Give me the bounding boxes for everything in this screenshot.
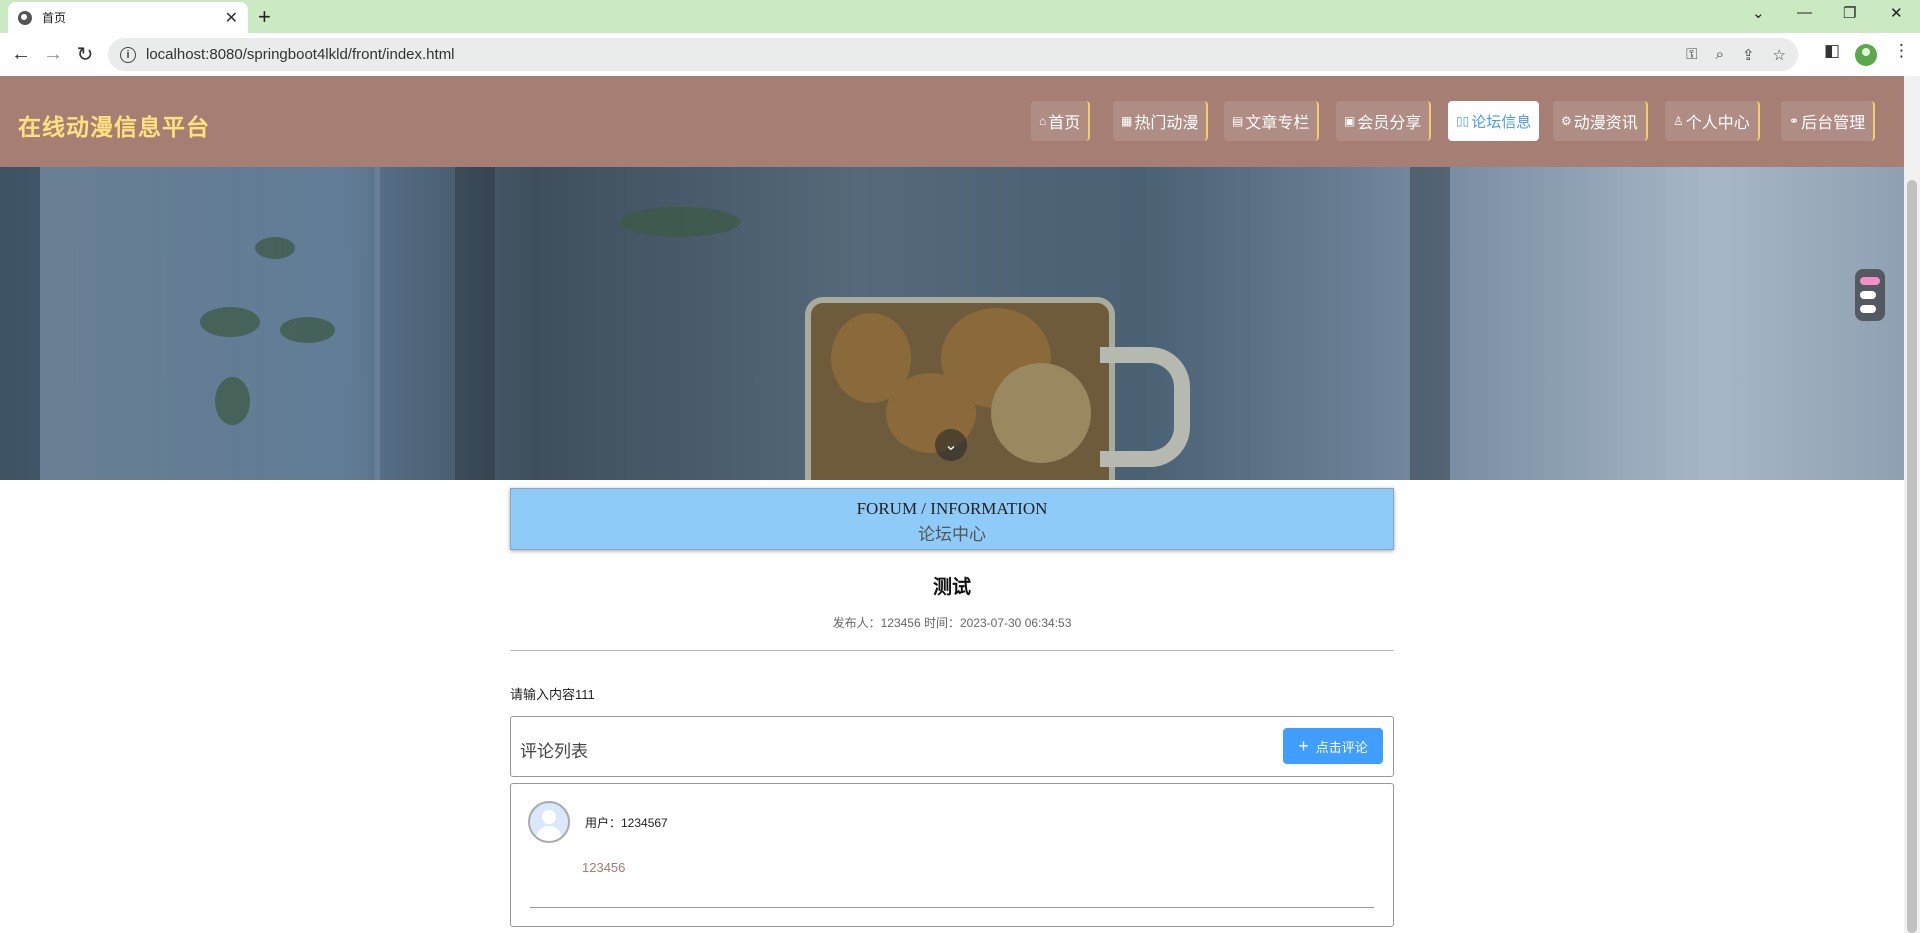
restore-icon[interactable]: ❐ — [1843, 4, 1856, 22]
reload-icon[interactable]: ↻ — [70, 39, 100, 69]
home-icon: ⌂ — [1039, 114, 1047, 128]
nav-label: 文章专栏 — [1245, 115, 1310, 132]
comment-list-header: 评论列表 + 点击评论 — [510, 716, 1394, 777]
banner-leaf — [620, 207, 740, 237]
tab-title: 首页 — [42, 11, 67, 25]
close-tab-icon[interactable]: ✕ — [225, 8, 238, 28]
banner-window-frame — [455, 167, 495, 480]
avatar — [528, 801, 570, 843]
page-scrollbar[interactable] — [1904, 76, 1920, 933]
comment-list: 用户：1234567 123456 — [510, 783, 1394, 927]
key-icon[interactable]: ⚿ — [1686, 46, 1697, 63]
post-body: 请输入内容111 — [510, 687, 595, 702]
chevron-down-icon[interactable]: ⌄ — [935, 429, 967, 461]
site-header: 在线动漫信息平台 ⌂ 首页 ▦ 热门动漫 ▤ 文章专栏 ▣ 会员分享 ▯▯ 论坛… — [0, 76, 1904, 167]
user-icon: ♙ — [1673, 114, 1684, 128]
back-icon[interactable]: ← — [6, 39, 36, 69]
section-title-cn: 论坛中心 — [918, 525, 986, 544]
nav-label: 动漫资讯 — [1573, 115, 1638, 132]
divider — [510, 650, 1394, 651]
site-info-icon[interactable]: i — [120, 46, 136, 63]
share-icon[interactable]: ⇪ — [1742, 46, 1755, 64]
zoom-icon[interactable]: ⌕ — [1716, 46, 1724, 63]
minimize-icon[interactable]: — — [1797, 4, 1812, 21]
carousel-dot[interactable] — [1860, 291, 1876, 299]
hero-banner: ⌄ — [0, 167, 1904, 480]
plus-icon: + — [1298, 735, 1309, 756]
gift-icon: ▣ — [1344, 114, 1356, 128]
comment-user: 用户：1234567 — [585, 816, 668, 830]
chat-icon: ▯▯ — [1456, 114, 1470, 128]
browser-toolbar: ← → ↻ i localhost:8080/springboot4lkld/f… — [0, 33, 1920, 76]
nav-label: 首页 — [1048, 115, 1081, 132]
nav-home[interactable]: ⌂ 首页 — [1031, 101, 1091, 141]
nav-label: 个人中心 — [1685, 115, 1750, 132]
profile-avatar-icon[interactable] — [1855, 44, 1877, 66]
nav-admin[interactable]: ⚭ 后台管理 — [1781, 101, 1876, 141]
banner-leaf — [200, 307, 260, 337]
section-title-box: FORUM / INFORMATION 论坛中心 — [510, 488, 1394, 550]
banner-mug-handle — [1100, 347, 1190, 467]
banner-leaf — [255, 237, 295, 259]
bookmark-star-icon[interactable]: ☆ — [1773, 46, 1786, 64]
nav-label: 热门动漫 — [1134, 115, 1199, 132]
nav-forum[interactable]: ▯▯ 论坛信息 — [1448, 101, 1540, 141]
post-meta: 发布人：123456 时间：2023-07-30 06:34:53 — [832, 616, 1072, 630]
nav-label: 后台管理 — [1801, 115, 1866, 132]
add-comment-button[interactable]: + 点击评论 — [1283, 728, 1383, 764]
browser-tab-strip: 首页 ✕ + ⌄ — ❐ ✕ — [0, 0, 1920, 33]
forum-detail: FORUM / INFORMATION 论坛中心 测试 发布人：123456 时… — [510, 488, 1394, 927]
section-title-en: FORUM / INFORMATION — [856, 499, 1048, 518]
banner-leaf — [280, 317, 335, 343]
nav-label: 会员分享 — [1357, 115, 1422, 132]
comment-text: 123456 — [582, 860, 626, 875]
url-text[interactable]: localhost:8080/springboot4lkld/front/ind… — [146, 46, 1668, 63]
comment-list-title: 评论列表 — [520, 742, 588, 761]
carousel-dot-active[interactable] — [1860, 277, 1880, 285]
banner-window-frame — [1410, 167, 1450, 480]
link-icon: ⚭ — [1789, 114, 1800, 128]
banner-leaf — [215, 377, 250, 425]
nav-articles[interactable]: ▤ 文章专栏 — [1224, 101, 1320, 141]
tab-search-icon[interactable]: ⌄ — [1752, 4, 1765, 22]
add-comment-label: 点击评论 — [1315, 739, 1368, 755]
post-title: 测试 — [932, 577, 971, 598]
carousel-dot[interactable] — [1860, 305, 1876, 313]
divider — [530, 907, 1374, 908]
window-close-icon[interactable]: ✕ — [1890, 4, 1903, 22]
site-logo[interactable]: 在线动漫信息平台 — [18, 108, 210, 142]
carousel-indicators — [1855, 269, 1885, 321]
nav-member-share[interactable]: ▣ 会员分享 — [1336, 101, 1432, 141]
nav-label: 论坛信息 — [1471, 113, 1532, 131]
nav-anime-news[interactable]: ⚙ 动漫资讯 — [1553, 101, 1648, 141]
globe-icon — [18, 10, 32, 25]
document-icon: ▤ — [1232, 114, 1244, 128]
nav-personal-center[interactable]: ♙ 个人中心 — [1665, 101, 1760, 141]
scrollbar-thumb[interactable] — [1907, 180, 1917, 933]
side-panel-icon[interactable]: ◧ — [1824, 41, 1840, 61]
browser-tab[interactable]: 首页 ✕ — [8, 2, 248, 33]
new-tab-button[interactable]: + — [258, 4, 271, 30]
gear-icon: ⚙ — [1561, 114, 1572, 128]
grid-icon: ▦ — [1121, 114, 1133, 128]
forward-icon[interactable]: → — [38, 39, 68, 69]
browser-menu-icon[interactable]: ⋮ — [1893, 41, 1910, 61]
nav-hot-anime[interactable]: ▦ 热门动漫 — [1113, 101, 1209, 141]
address-bar[interactable]: i localhost:8080/springboot4lkld/front/i… — [108, 38, 1798, 71]
